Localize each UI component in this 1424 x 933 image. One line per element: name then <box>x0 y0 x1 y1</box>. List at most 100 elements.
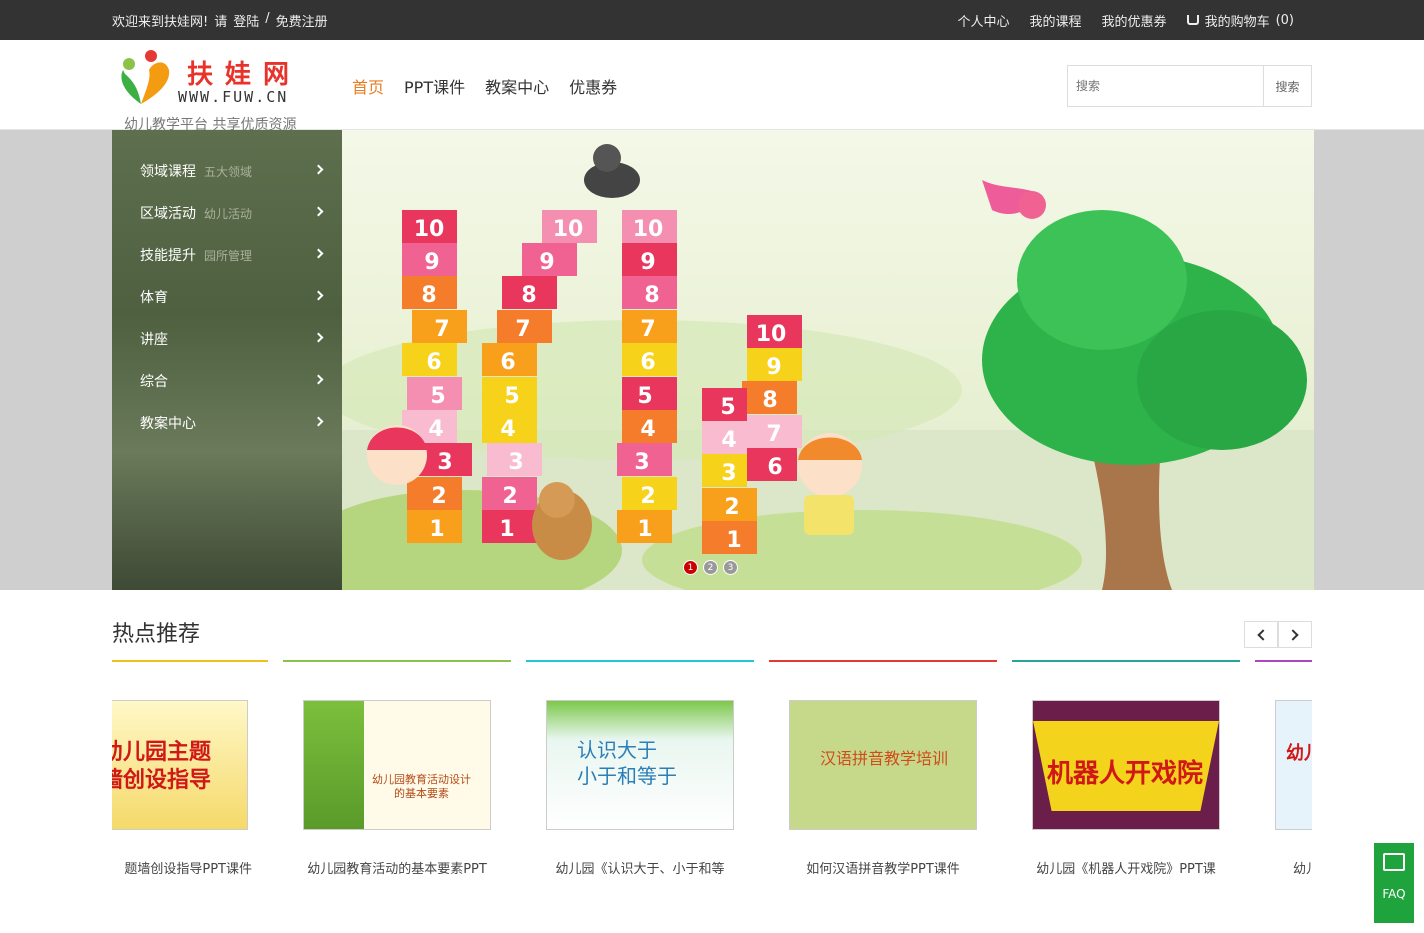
logo[interactable]: 扶娃网 WWW.FUW.CN 幼儿教学平台 共享优质资源 <box>115 46 315 133</box>
hot-card[interactable]: 汉语拼音教学培训 如何汉语拼音教学PPT课件 <box>769 660 997 904</box>
carousel-dots: 1 2 3 <box>342 560 1314 576</box>
nav-home[interactable]: 首页 <box>352 74 384 98</box>
carousel-dot-2[interactable]: 2 <box>703 560 718 575</box>
login-link[interactable]: 登陆 <box>233 11 259 30</box>
hot-card[interactable]: 幼儿 幼儿 <box>1255 660 1312 904</box>
card-caption[interactable]: 幼儿园《认识大于、小于和等 <box>526 858 754 877</box>
card-thumbnail: 幼儿园主题 墙创设指导 <box>112 700 248 830</box>
hot-card[interactable]: 幼儿园教育活动设计 的基本要素 幼儿园教育活动的基本要素PPT <box>283 660 511 904</box>
separator: / <box>265 11 270 26</box>
svg-text:9: 9 <box>640 250 655 275</box>
prev-button[interactable] <box>1244 621 1278 648</box>
search-button[interactable]: 搜索 <box>1263 66 1311 106</box>
svg-text:8: 8 <box>421 283 436 308</box>
sidebar-item-sports[interactable]: 体育 <box>112 276 342 318</box>
sidebar-item-label: 技能提升 <box>140 248 196 264</box>
sidebar-item-label: 讲座 <box>140 332 168 348</box>
svg-text:9: 9 <box>424 250 439 275</box>
sidebar-item-sub: 幼儿活动 <box>204 206 253 221</box>
hot-section-title: 热点推荐 <box>112 622 201 647</box>
svg-text:5: 5 <box>504 384 519 409</box>
svg-text:5: 5 <box>637 384 652 409</box>
hot-cards: 幼儿园主题 墙创设指导 题墙创设指导PPT课件 幼儿园教育活动设计 的基本要素 … <box>112 660 1312 906</box>
sidebar-item-sub: 五大领域 <box>204 164 253 179</box>
svg-text:8: 8 <box>521 283 536 308</box>
svg-text:4: 4 <box>500 417 515 442</box>
my-courses-link[interactable]: 我的课程 <box>1030 11 1082 30</box>
chat-icon <box>1383 853 1405 871</box>
nav-lesson-plans[interactable]: 教案中心 <box>485 74 549 98</box>
category-sidebar: 领域课程 五大领域 区域活动 幼儿活动 技能提升 园所管理 体育 讲座 综合 教… <box>112 130 342 590</box>
svg-text:6: 6 <box>640 350 655 375</box>
svg-text:3: 3 <box>437 450 452 475</box>
svg-text:2: 2 <box>431 484 446 509</box>
cart-link[interactable]: 我的购物车 (0) <box>1186 11 1294 30</box>
svg-text:9: 9 <box>766 355 781 380</box>
hot-card[interactable]: 幼儿园主题 墙创设指导 题墙创设指导PPT课件 <box>112 660 268 904</box>
main-nav: 首页 PPT课件 教案中心 优惠券 <box>352 74 617 98</box>
search-input[interactable] <box>1068 66 1263 106</box>
hot-card[interactable]: 认识大于 小于和等于 幼儿园《认识大于、小于和等 <box>526 660 754 904</box>
faq-button[interactable]: FAQ <box>1374 843 1414 923</box>
sidebar-item-skills[interactable]: 技能提升 园所管理 <box>112 234 342 276</box>
sidebar-item-label: 体育 <box>140 290 168 306</box>
chevron-right-icon <box>313 290 324 301</box>
svg-text:4: 4 <box>721 428 736 453</box>
card-caption[interactable]: 幼儿 <box>1255 858 1312 877</box>
svg-text:5: 5 <box>430 384 445 409</box>
svg-text:7: 7 <box>640 317 655 342</box>
svg-text:1: 1 <box>726 528 741 553</box>
chevron-right-icon <box>313 206 324 217</box>
personal-center-link[interactable]: 个人中心 <box>958 11 1010 30</box>
sidebar-item-lesson-center[interactable]: 教案中心 <box>112 402 342 444</box>
svg-text:10: 10 <box>633 217 664 242</box>
hot-card[interactable]: 机器人开戏院 幼儿园《机器人开戏院》PPT课 <box>1012 660 1240 904</box>
svg-text:3: 3 <box>634 450 649 475</box>
register-link[interactable]: 免费注册 <box>276 11 328 30</box>
nav-coupons[interactable]: 优惠券 <box>569 74 617 98</box>
svg-text:8: 8 <box>762 388 777 413</box>
card-thumbnail: 幼儿 <box>1275 700 1312 830</box>
card-caption[interactable]: 题墙创设指导PPT课件 <box>112 858 268 877</box>
sidebar-item-area-activities[interactable]: 区域活动 幼儿活动 <box>112 192 342 234</box>
nav-ppt[interactable]: PPT课件 <box>404 74 465 98</box>
card-caption[interactable]: 幼儿园《机器人开戏院》PPT课 <box>1012 858 1240 877</box>
card-thumbnail: 汉语拼音教学培训 <box>789 700 977 830</box>
carousel-dot-3[interactable]: 3 <box>723 560 738 575</box>
my-coupons-link[interactable]: 我的优惠券 <box>1102 11 1167 30</box>
chevron-right-icon <box>1287 628 1299 641</box>
sidebar-item-lectures[interactable]: 讲座 <box>112 318 342 360</box>
card-caption[interactable]: 如何汉语拼音教学PPT课件 <box>769 858 997 877</box>
next-button[interactable] <box>1278 621 1312 648</box>
sidebar-item-label: 领域课程 <box>140 164 196 180</box>
svg-text:3: 3 <box>721 461 736 486</box>
sidebar-item-label: 教案中心 <box>140 416 196 432</box>
card-thumbnail: 认识大于 小于和等于 <box>546 700 734 830</box>
user-links: 个人中心 我的课程 我的优惠券 我的购物车 (0) <box>958 11 1294 30</box>
svg-text:10: 10 <box>414 217 445 242</box>
card-thumb-text: 认识大于 小于和等于 <box>577 738 677 788</box>
svg-text:4: 4 <box>428 417 443 442</box>
sidebar-item-general[interactable]: 综合 <box>112 360 342 402</box>
card-thumbnail: 幼儿园教育活动设计 的基本要素 <box>303 700 491 830</box>
cart-count: (0) <box>1275 13 1294 28</box>
svg-text:4: 4 <box>640 417 655 442</box>
banner-illustration: 10 9 8 7 6 5 4 3 2 1 10 9 8 7 6 5 4 3 2 <box>342 144 1314 590</box>
svg-text:10: 10 <box>756 322 787 347</box>
logo-url: WWW.FUW.CN <box>178 88 289 106</box>
card-thumb-text: 汉语拼音教学培训 <box>820 749 949 768</box>
svg-text:6: 6 <box>426 350 441 375</box>
svg-text:2: 2 <box>724 495 739 520</box>
svg-text:3: 3 <box>508 450 523 475</box>
svg-text:10: 10 <box>553 217 584 242</box>
hot-arrows <box>1244 621 1312 648</box>
carousel-banner[interactable]: 10 9 8 7 6 5 4 3 2 1 10 9 8 7 6 5 4 3 2 <box>342 130 1314 590</box>
chevron-right-icon <box>313 164 324 175</box>
card-thumbnail: 机器人开戏院 <box>1032 700 1220 830</box>
welcome-text: 欢迎来到扶娃网! <box>112 15 209 30</box>
card-caption[interactable]: 幼儿园教育活动的基本要素PPT <box>283 858 511 877</box>
sidebar-item-domain-courses[interactable]: 领域课程 五大领域 <box>112 150 342 192</box>
logo-name: 扶娃网 <box>187 60 302 90</box>
search-box: 搜索 <box>1067 65 1312 107</box>
carousel-dot-1[interactable]: 1 <box>683 560 698 575</box>
